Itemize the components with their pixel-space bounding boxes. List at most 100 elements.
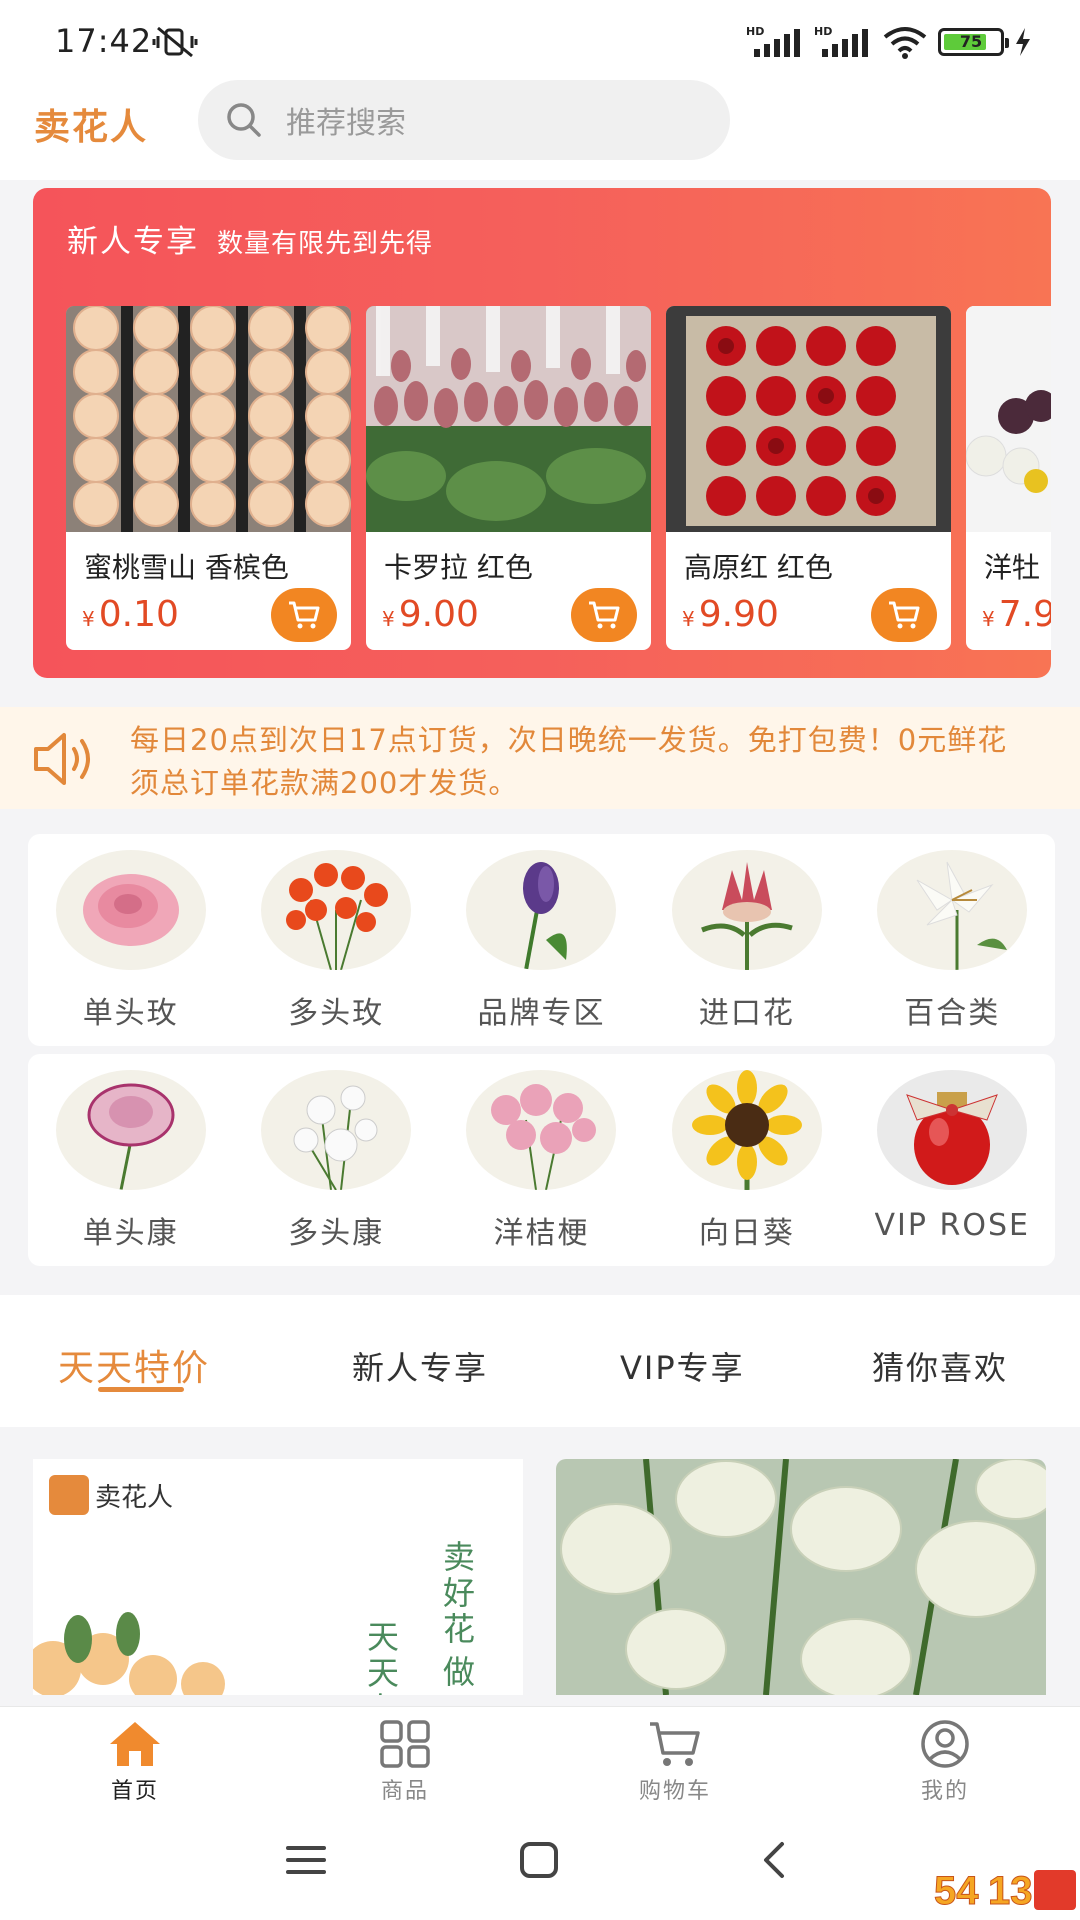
category-label: 多头康 [288,1216,385,1251]
category-label: VIP ROSE [874,1208,1030,1243]
signal-icon-2: HD [814,25,872,59]
product-price: ¥9.00 [382,594,479,635]
category-image [466,850,617,970]
category-image [671,1070,822,1190]
category-image [671,850,822,970]
home-icon [110,1722,160,1766]
category-label: 多头玫 [288,996,385,1031]
category-lily[interactable]: 百合类 [850,850,1055,1032]
add-to-cart-button[interactable] [271,588,337,642]
feed-vertical-text-3: 做 [443,1653,476,1691]
tab-new-user[interactable]: 新人专享 [352,1343,488,1389]
product-card[interactable]: 卡罗拉 红色 ¥9.00 [366,306,651,650]
promo-title: 新人专享 [67,224,199,260]
category-image [261,1070,412,1190]
product-name: 蜜桃雪山 香槟色 [84,551,289,584]
wifi-icon [883,27,927,59]
category-brand-zone[interactable]: 品牌专区 [439,850,644,1032]
tab-daily-deals[interactable]: 天天特价 [58,1339,210,1391]
app-header: 卖花人 推荐搜索 [0,80,1080,180]
feed-flower-image [556,1459,1046,1695]
category-eustoma[interactable]: 洋桔梗 [439,1070,644,1252]
home-button-icon[interactable] [518,1840,560,1880]
category-grid-row-2: 单头康 多头康 洋桔梗 向日葵 VIP ROSE [28,1054,1055,1266]
new-user-promo: 新人专享 数量有限先到先得 蜜桃雪山 香槟色 ¥ 0.10 卡罗拉 红色 ¥ 9… [33,188,1051,678]
category-vip-rose[interactable]: VIP ROSE [850,1070,1055,1252]
tab-guess-you-like[interactable]: 猜你喜欢 [872,1343,1008,1389]
search-icon [227,103,261,137]
product-image [966,306,1051,532]
category-single-carnation[interactable]: 单头康 [28,1070,233,1252]
category-grid-row-1: 单头玫 多头玫 品牌专区 进口花 百合类 [28,834,1055,1046]
brand-logo[interactable]: 卖花人 [34,98,148,150]
nav-label: 首页 [110,1779,159,1804]
category-label: 单头康 [82,1216,179,1251]
promo-product-list: 蜜桃雪山 香槟色 ¥0.10 卡罗拉 红色 ¥ 9.00 高原红 红色 ¥ 9.… [66,306,1051,650]
nav-label: 我的 [920,1779,969,1804]
feed-vertical-text-1: 卖好花 [443,1538,476,1648]
status-bar: 17:42 HD HD 75 [0,0,1080,80]
add-to-cart-button[interactable] [571,588,637,642]
signal-icon: HD [746,25,804,59]
product-card[interactable]: 洋牡 ¥7.9 [966,306,1051,650]
svg-text:13: 13 [988,1869,1033,1913]
bottom-navigation: 首页 商品 购物车 我的 [0,1706,1080,1810]
status-icons: HD HD 75 [746,24,1032,60]
category-multi-rose[interactable]: 多头玫 [233,850,438,1032]
cart-icon [589,601,620,629]
search-input[interactable]: 推荐搜索 [198,80,730,160]
cart-icon [289,601,320,629]
product-name: 高原红 红色 [684,551,833,584]
category-imported[interactable]: 进口花 [644,850,849,1032]
tab-vip[interactable]: VIP专享 [620,1343,745,1389]
nav-cart[interactable]: 购物车 [540,1707,810,1810]
category-label: 进口花 [698,996,795,1031]
nav-profile[interactable]: 我的 [810,1707,1080,1810]
feed-vertical-text-2: 天天有 [367,1618,400,1695]
nav-products[interactable]: 商品 [270,1707,540,1810]
promo-subtitle: 数量有限先到先得 [217,229,434,259]
category-label: 向日葵 [698,1216,795,1251]
watermark-logo: 54 13 [930,1862,1080,1920]
category-image [261,850,412,970]
category-sunflower[interactable]: 向日葵 [644,1070,849,1252]
product-name: 洋牡 [984,551,1041,584]
feed-logo-text: 卖花人 [95,1483,174,1513]
product-price: ¥0.10 [82,594,179,635]
system-navigation-bar [0,1810,1080,1920]
category-image [55,850,206,970]
speaker-icon [34,733,90,785]
product-image [66,306,351,532]
product-image [666,306,951,532]
product-card[interactable]: 蜜桃雪山 香槟色 ¥0.10 [66,306,351,650]
category-label: 百合类 [904,996,1001,1031]
brand-logo-icon [49,1475,89,1515]
feed-card[interactable]: 卖花人 卖好花 天天有 做 [33,1459,523,1695]
feed-card[interactable] [556,1459,1046,1695]
category-multi-carnation[interactable]: 多头康 [233,1070,438,1252]
category-single-rose[interactable]: 单头玫 [28,850,233,1032]
charging-icon [1016,28,1030,56]
category-image [55,1070,206,1190]
category-image [877,850,1028,970]
product-card[interactable]: 高原红 红色 ¥9.90 [666,306,951,650]
product-price: ¥7.9 [982,594,1051,635]
notice-bar: 每日20点到次日17点订货，次日晚统一发货。免打包费！0元鲜花须总订单花款满20… [0,707,1080,809]
nav-home[interactable]: 首页 [0,1707,270,1810]
user-icon [921,1720,969,1768]
menu-icon[interactable] [285,1840,327,1880]
product-image [366,306,651,532]
grid-icon [380,1720,430,1768]
add-to-cart-button[interactable] [871,588,937,642]
status-time: 17:42 [55,22,153,60]
category-image [466,1070,617,1190]
promo-header: 新人专享 数量有限先到先得 [67,216,433,261]
nav-label: 购物车 [638,1779,711,1804]
cart-icon [889,601,920,629]
category-image [877,1070,1028,1190]
notice-text: 每日20点到次日17点订货，次日晚统一发货。免打包费！0元鲜花须总订单花款满20… [130,723,1008,800]
nav-label: 商品 [380,1779,429,1804]
back-icon[interactable] [758,1840,790,1880]
product-name: 卡罗拉 红色 [384,551,533,584]
active-tab-indicator [98,1387,184,1392]
